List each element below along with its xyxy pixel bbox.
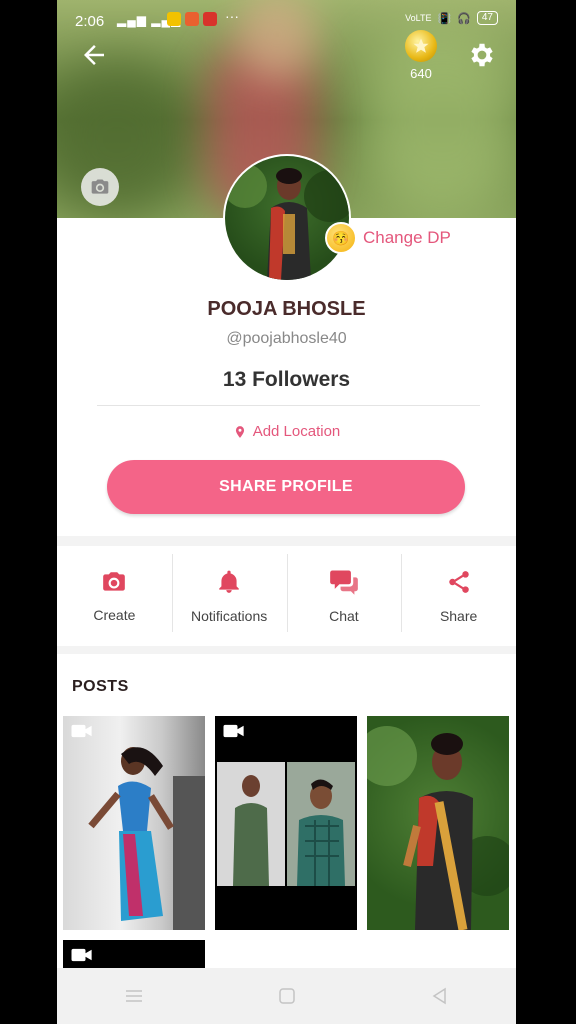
bell-icon bbox=[219, 570, 239, 593]
coin-count: 640 bbox=[410, 66, 432, 81]
change-dp-label: Change DP bbox=[363, 228, 451, 247]
add-location-button[interactable]: Add Location bbox=[57, 423, 516, 440]
overflow-notifications-icon: ··· bbox=[225, 8, 239, 24]
posts-section: POSTS bbox=[57, 654, 516, 974]
status-right: VoLTE 📳 🎧 47 bbox=[405, 11, 498, 25]
emoji-icon: 😚 bbox=[325, 222, 357, 254]
avatar[interactable] bbox=[223, 154, 351, 282]
notifications-label: Notifications bbox=[190, 608, 268, 624]
video-camera-icon bbox=[71, 724, 92, 738]
back-arrow-icon[interactable] bbox=[79, 40, 109, 70]
post-thumbnail[interactable] bbox=[215, 716, 357, 930]
camera-icon bbox=[103, 572, 126, 591]
post-image bbox=[217, 762, 355, 886]
status-bar: 2:06 ▂▄▆ ▂▄▆ ··· VoLTE 📳 🎧 47 bbox=[57, 0, 516, 40]
headphones-icon: 🎧 bbox=[457, 12, 471, 25]
share-icon bbox=[448, 571, 469, 593]
chat-bubbles-icon bbox=[330, 570, 358, 595]
post-image bbox=[88, 747, 205, 930]
add-location-label: Add Location bbox=[252, 423, 341, 440]
actions-row: Create Notifications Chat Share bbox=[57, 546, 516, 646]
profile-name: POOJA BHOSLE bbox=[207, 298, 366, 320]
profile-handle: @poojabhosle40 bbox=[226, 330, 347, 347]
system-nav-bar bbox=[57, 968, 516, 1024]
share-profile-button[interactable]: SHARE PROFILE bbox=[107, 460, 465, 514]
battery-icon: 47 bbox=[476, 11, 498, 25]
change-dp-button[interactable]: 😚 Change DP bbox=[325, 222, 451, 254]
status-time: 2:06 bbox=[75, 13, 105, 30]
notification-icons bbox=[167, 12, 217, 26]
chat-button[interactable]: Chat bbox=[286, 546, 402, 646]
create-label: Create bbox=[93, 607, 136, 623]
divider bbox=[97, 405, 480, 406]
change-cover-button[interactable] bbox=[81, 168, 119, 206]
post-image bbox=[367, 726, 509, 930]
notifications-button[interactable]: Notifications bbox=[171, 546, 287, 646]
post-thumbnail[interactable] bbox=[63, 940, 205, 970]
avatar-photo bbox=[225, 164, 349, 280]
gear-icon[interactable] bbox=[467, 40, 497, 70]
share-label: Share bbox=[439, 608, 478, 624]
followers-count[interactable]: 13 Followers bbox=[57, 368, 516, 392]
post-thumbnail[interactable] bbox=[367, 716, 509, 930]
coin-icon[interactable] bbox=[405, 30, 437, 62]
back-icon[interactable] bbox=[431, 987, 449, 1005]
chat-label: Chat bbox=[329, 608, 359, 624]
video-camera-icon bbox=[223, 724, 244, 738]
share-button[interactable]: Share bbox=[401, 546, 516, 646]
menu-icon[interactable] bbox=[124, 988, 144, 1004]
vibrate-icon: 📳 bbox=[437, 12, 452, 25]
camera-icon bbox=[91, 179, 109, 194]
phone-screen: 2:06 ▂▄▆ ▂▄▆ ··· VoLTE 📳 🎧 47 640 😚 Chan… bbox=[57, 0, 516, 1024]
create-button[interactable]: Create bbox=[57, 546, 172, 646]
video-camera-icon bbox=[71, 948, 92, 962]
location-pin-icon bbox=[235, 425, 244, 438]
volte-label: VoLTE bbox=[405, 13, 432, 23]
home-icon[interactable] bbox=[278, 987, 296, 1005]
posts-title: POSTS bbox=[72, 678, 129, 695]
post-thumbnail[interactable] bbox=[63, 716, 205, 930]
